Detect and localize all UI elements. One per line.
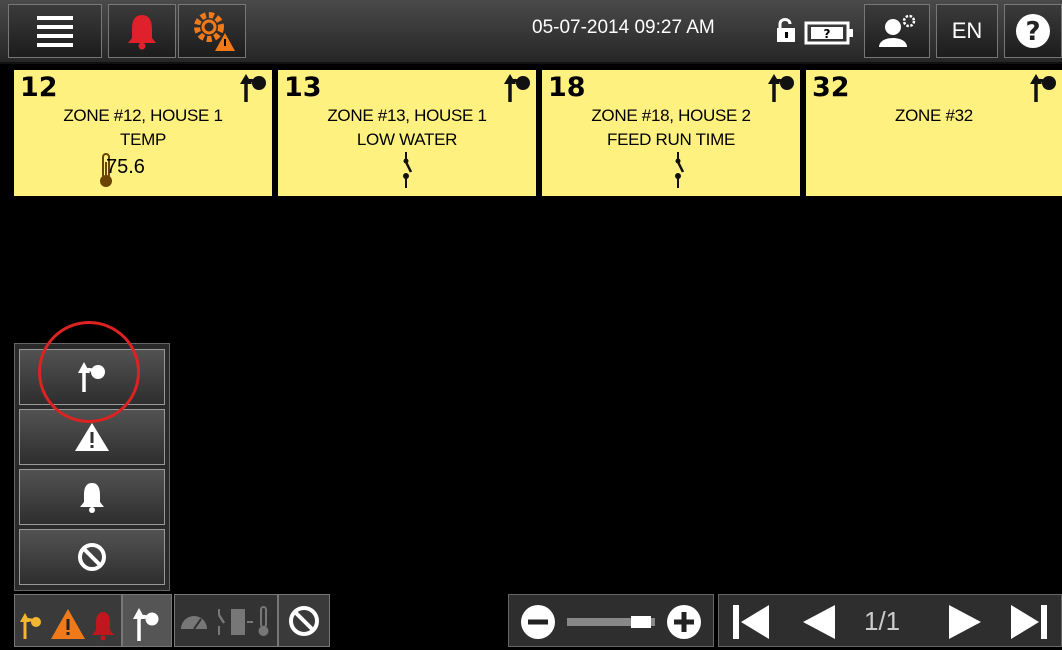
unlock-icon[interactable]: [775, 16, 797, 44]
disabled-icon: [289, 606, 319, 636]
override-icon: [1030, 74, 1056, 102]
filter-disabled-button[interactable]: [19, 529, 165, 585]
next-page-icon[interactable]: [945, 603, 985, 641]
language-label: EN: [951, 18, 983, 43]
filter-alarm-button[interactable]: [19, 469, 165, 525]
svg-text:?: ?: [1025, 17, 1040, 47]
override-icon: [768, 74, 794, 102]
zoom-slider[interactable]: [567, 615, 655, 629]
menu-button[interactable]: [8, 4, 102, 58]
override-icon: [240, 74, 266, 102]
override-icon: [504, 74, 530, 102]
tile-description: ZONE #18, HOUSE 2: [591, 106, 751, 125]
user-settings-button[interactable]: [864, 4, 930, 58]
user-settings-icon: [879, 14, 916, 47]
tile-description: ZONE #32: [895, 106, 973, 125]
previous-page-icon[interactable]: [799, 603, 839, 641]
battery-icon: ?: [804, 21, 853, 45]
help-button[interactable]: ?: [1004, 4, 1062, 58]
language-button[interactable]: EN: [936, 4, 998, 58]
help-icon: ?: [1016, 14, 1050, 48]
alarm-tile[interactable]: 32 ZONE #32: [806, 70, 1062, 196]
alarm-button[interactable]: [108, 4, 176, 58]
tile-zone-number: 13: [284, 72, 322, 103]
sensor-filter-button[interactable]: [174, 594, 278, 647]
switch-icon: [675, 152, 685, 188]
first-page-icon[interactable]: [731, 603, 771, 641]
tile-zone-number: 32: [812, 72, 850, 103]
settings-warning-icon: [194, 12, 235, 51]
alarm-tile[interactable]: 18 ZONE #18, HOUSE 2 FEED RUN TIME: [542, 70, 800, 196]
override-warning-alarm-icon: [20, 609, 114, 641]
gauge-switch-thermometer-icon: [181, 606, 269, 636]
tile-description: ZONE #12, HOUSE 1: [63, 106, 223, 125]
alarm-tile[interactable]: 12 ZONE #12, HOUSE 1 TEMP 75.6: [14, 70, 272, 196]
override-filter-button[interactable]: [122, 594, 172, 647]
bell-icon: [80, 483, 104, 513]
zoom-control: [508, 594, 714, 647]
menu-icon: [37, 16, 73, 47]
alarm-type-filter-button[interactable]: [14, 594, 122, 647]
tile-description: ZONE #13, HOUSE 1: [327, 106, 487, 125]
tile-zone-number: 12: [20, 72, 58, 103]
svg-text:?: ?: [824, 27, 831, 41]
zoom-out-icon[interactable]: [519, 603, 557, 641]
last-page-icon[interactable]: [1009, 603, 1049, 641]
highlight-circle: [38, 321, 140, 423]
tile-alarm-type: TEMP: [119, 130, 167, 149]
warning-icon: [75, 423, 109, 451]
switch-icon: [403, 152, 413, 188]
disabled-icon: [78, 543, 106, 571]
tile-zone-number: 18: [548, 72, 586, 103]
top-bar: 05-07-2014 09:27 AM ? EN ?: [0, 0, 1062, 64]
alarm-tile[interactable]: 13 ZONE #13, HOUSE 1 LOW WATER: [278, 70, 536, 196]
page-indicator: 1/1: [864, 606, 901, 636]
tile-alarm-type: LOW WATER: [356, 130, 458, 149]
tile-value: 75.6: [106, 156, 145, 178]
alarm-bell-icon: [128, 15, 156, 50]
datetime-display: 05-07-2014 09:27 AM: [532, 17, 715, 38]
system-warning-button[interactable]: [178, 4, 246, 58]
disabled-filter-button[interactable]: [278, 594, 330, 647]
tile-alarm-type: FEED RUN TIME: [606, 130, 736, 149]
zoom-in-icon[interactable]: [665, 603, 703, 641]
override-icon: [133, 608, 159, 641]
